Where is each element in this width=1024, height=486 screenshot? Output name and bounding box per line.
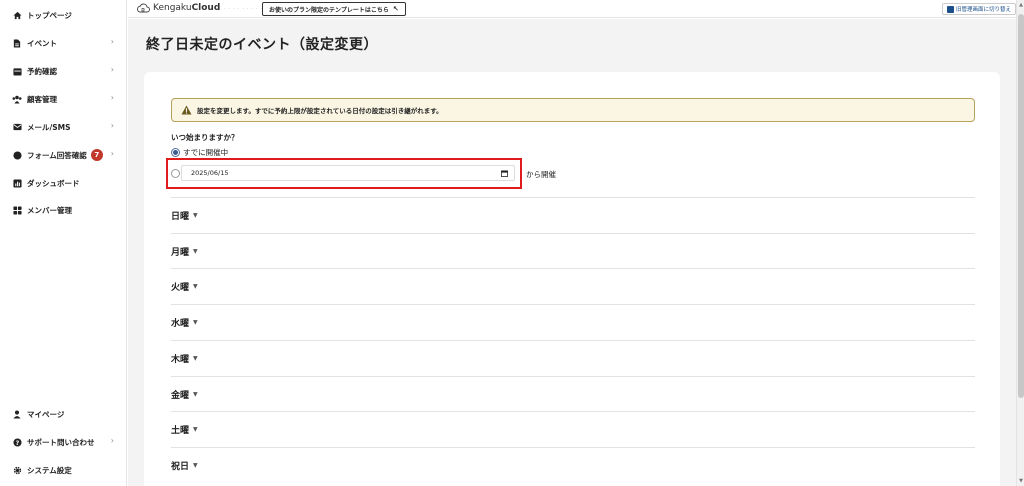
svg-text:?: ? [15, 439, 19, 446]
calendar-icon [12, 66, 22, 76]
day-section-sunday[interactable]: 日曜 ▼ [171, 197, 975, 233]
notification-badge: 7 [90, 149, 103, 161]
sidebar-item-label: 予約確認 [27, 66, 57, 76]
sidebar-item-dashboard[interactable]: ダッシュボード [12, 176, 118, 190]
main-content: 終了日未定のイベント（設定変更） 設定を変更します。すでに予約上限が設定されてい… [128, 19, 1016, 486]
sidebar-item-label: メール/SMS [27, 122, 71, 132]
switch-legacy-label: 旧管理画面に切り替え [955, 7, 1011, 13]
radio-already-open-row[interactable]: すでに開催中 [171, 147, 228, 158]
plan-template-label: お使いのプラン限定のテンプレートはこちら [269, 6, 389, 14]
logo-tagline-mark: · · · · · · · · · [224, 5, 263, 11]
chevron-right-icon: › [110, 93, 114, 102]
sidebar-item-mail[interactable]: メール/SMS › [12, 120, 118, 134]
day-label: 祝日 [171, 462, 190, 472]
day-section-monday[interactable]: 月曜 ▼ [171, 233, 975, 269]
sidebar-item-label: システム設定 [27, 465, 72, 475]
plan-template-button[interactable]: お使いのプラン限定のテンプレートはこちら ↖ [262, 2, 406, 16]
day-label: 日曜 [171, 212, 190, 222]
sidebar-item-label: フォーム回答確認 [27, 150, 87, 160]
day-label: 木曜 [171, 355, 190, 365]
sidebar-item-event[interactable]: イベント › [12, 36, 118, 50]
sidebar-item-reservation[interactable]: 予約確認 › [12, 64, 118, 78]
caret-down-icon: ▼ [193, 248, 198, 255]
day-label: 水曜 [171, 319, 190, 329]
day-section-friday[interactable]: 金曜 ▼ [171, 376, 975, 412]
sidebar-item-label: 顧客管理 [27, 94, 57, 104]
radio-start-date[interactable] [171, 169, 180, 178]
chart-icon [12, 178, 22, 188]
sidebar-item-top[interactable]: トップページ [12, 8, 118, 22]
cloud-logo-icon [137, 3, 150, 13]
warning-text: 設定を変更します。すでに予約上限が設定されている日付の設定は引き継がれます。 [197, 107, 443, 115]
day-section-saturday[interactable]: 土曜 ▼ [171, 411, 975, 447]
sidebar-item-label: メンバー管理 [27, 205, 72, 215]
start-date-suffix: から開催 [526, 170, 556, 179]
scroll-up-icon[interactable]: ▲ [1018, 2, 1024, 8]
sidebar-item-settings[interactable]: システム設定 [12, 463, 118, 477]
grid-icon [12, 205, 22, 215]
app-logo[interactable]: KengakuCloud · · · · · · · · · [136, 3, 263, 13]
logo-text: KengakuCloud [153, 3, 221, 13]
day-section-holiday[interactable]: 祝日 ▼ [171, 447, 975, 483]
sidebar: トップページ イベント › 予約確認 › 顧客管理 › メール/SMS › フォ… [0, 0, 127, 486]
settings-card: 設定を変更します。すでに予約上限が設定されている日付の設定は引き継がれます。 い… [144, 72, 1000, 486]
chevron-right-icon: › [110, 37, 114, 46]
chevron-right-icon: › [110, 65, 114, 74]
scrollbar-thumb[interactable] [1018, 14, 1024, 398]
sidebar-item-mypage[interactable]: マイページ [12, 407, 118, 421]
caret-down-icon: ▼ [193, 355, 198, 362]
sidebar-item-label: マイページ [27, 409, 65, 419]
day-label: 火曜 [171, 283, 190, 293]
chevron-right-icon: › [110, 121, 114, 130]
sidebar-item-label: サポート問い合わせ [27, 437, 95, 447]
vertical-scrollbar[interactable]: ▲ ▼ [1016, 0, 1024, 486]
warning-icon [181, 105, 192, 115]
comment-icon [12, 150, 22, 160]
app-root: トップページ イベント › 予約確認 › 顧客管理 › メール/SMS › フォ… [0, 0, 1024, 486]
help-icon: ? [12, 437, 22, 447]
day-section-wednesday[interactable]: 水曜 ▼ [171, 304, 975, 340]
document-icon [12, 38, 22, 48]
users-icon [12, 94, 22, 104]
pointer-cursor-icon: ↖ [392, 5, 399, 13]
mail-icon [12, 122, 22, 132]
chevron-right-icon: › [110, 436, 114, 445]
top-header: KengakuCloud · · · · · · · · · お使いのプラン限定… [128, 0, 1016, 18]
caret-down-icon: ▼ [193, 319, 198, 326]
caret-down-icon: ▼ [193, 283, 198, 290]
start-date-value: 2025/06/15 [191, 169, 229, 177]
sidebar-item-members[interactable]: メンバー管理 [12, 203, 118, 217]
day-label: 月曜 [171, 248, 190, 258]
calendar-picker-icon[interactable] [501, 170, 508, 177]
switch-legacy-button[interactable]: 旧管理画面に切り替え [941, 3, 1016, 15]
day-section-tuesday[interactable]: 火曜 ▼ [171, 268, 975, 304]
caret-down-icon: ▼ [193, 212, 198, 219]
sidebar-item-form-answers[interactable]: フォーム回答確認 7 › [12, 148, 118, 162]
caret-down-icon: ▼ [193, 391, 198, 398]
day-section-thursday[interactable]: 木曜 ▼ [171, 340, 975, 376]
radio-already-open-label: すでに開催中 [183, 148, 229, 157]
day-label: 金曜 [171, 391, 190, 401]
sidebar-item-label: トップページ [27, 10, 72, 20]
sidebar-item-label: ダッシュボード [27, 178, 80, 188]
chevron-right-icon: › [110, 149, 114, 158]
scroll-down-icon[interactable]: ▼ [1018, 478, 1024, 484]
sidebar-item-label: イベント [27, 38, 57, 48]
sidebar-item-support[interactable]: ? サポート問い合わせ › [12, 435, 118, 449]
radio-start-date-row[interactable] [171, 169, 180, 178]
warning-alert: 設定を変更します。すでに予約上限が設定されている日付の設定は引き継がれます。 [171, 98, 975, 122]
home-icon [12, 10, 22, 20]
start-question-label: いつ始まりますか？ [171, 133, 239, 142]
switch-icon [946, 5, 954, 13]
person-icon [12, 409, 22, 419]
gear-icon [12, 465, 22, 475]
caret-down-icon: ▼ [193, 462, 198, 469]
start-date-input[interactable]: 2025/06/15 [181, 165, 515, 181]
sidebar-item-customers[interactable]: 顧客管理 › [12, 92, 118, 106]
caret-down-icon: ▼ [193, 426, 198, 433]
radio-already-open[interactable] [171, 148, 180, 157]
page-title: 終了日未定のイベント（設定変更） [146, 37, 378, 53]
day-label: 土曜 [171, 426, 190, 436]
